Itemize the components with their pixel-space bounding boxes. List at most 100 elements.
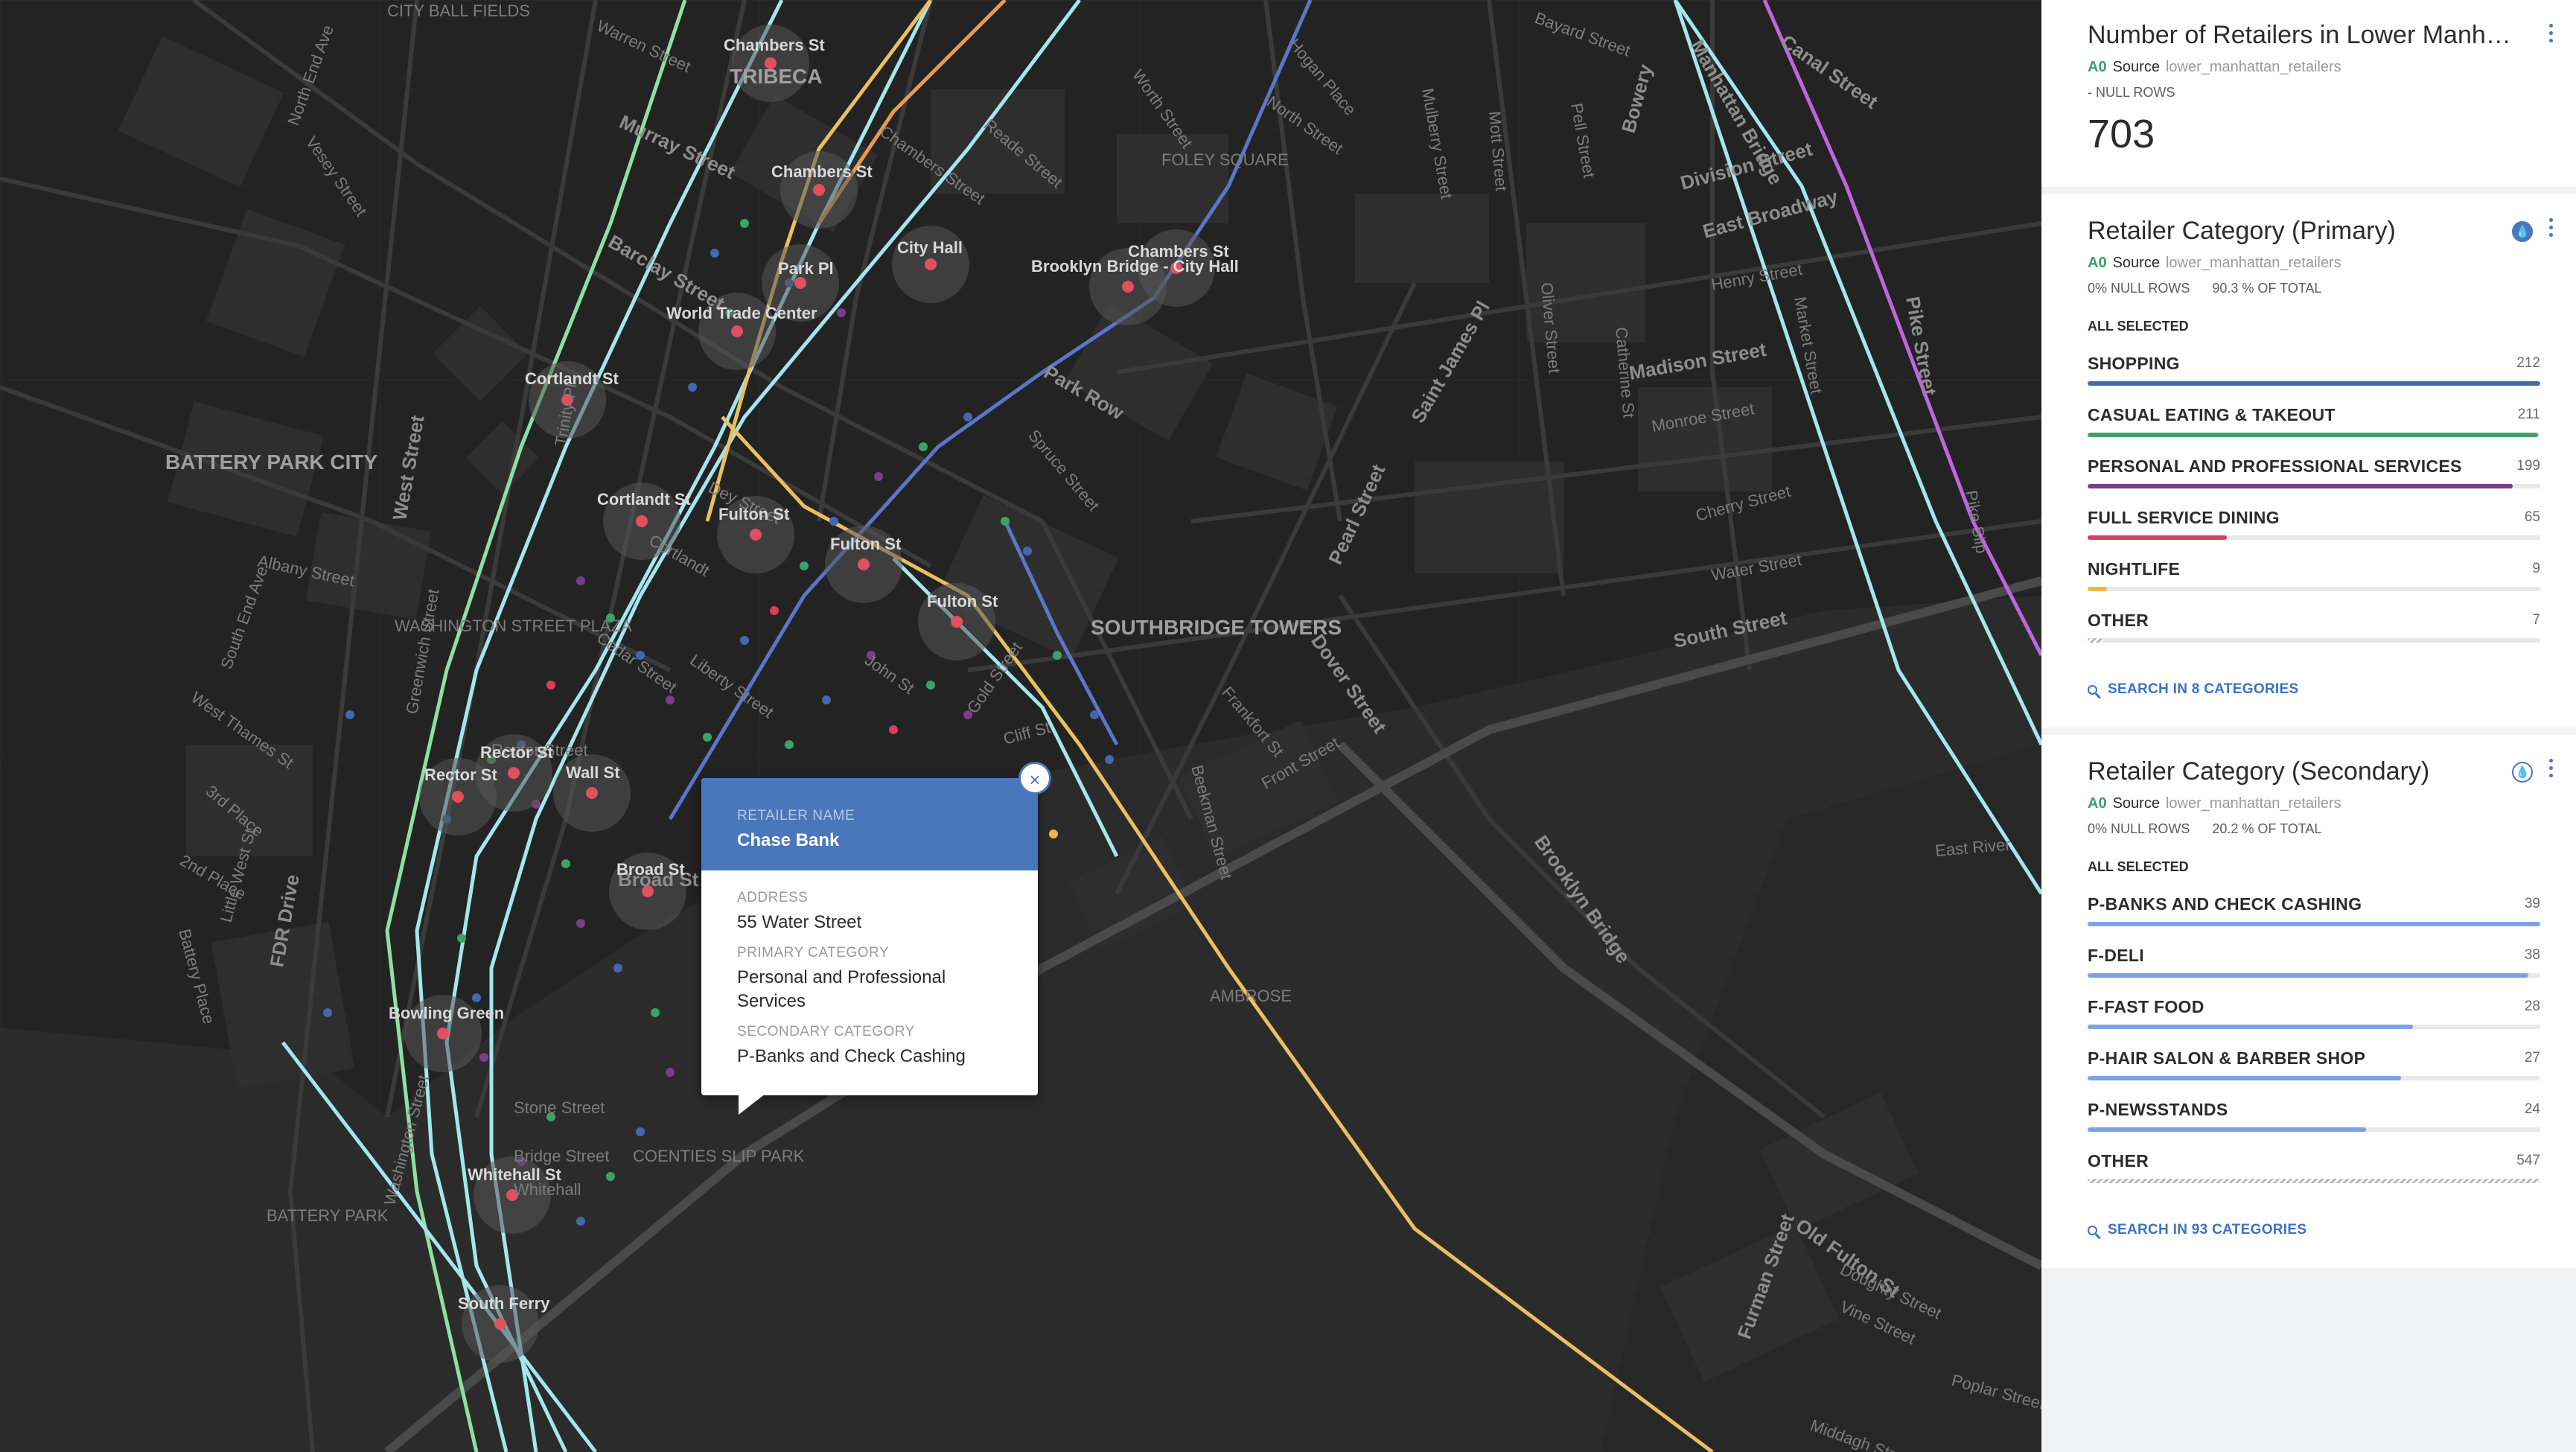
filter-drop-icon[interactable]: 💧 (2512, 221, 2533, 242)
primary-category-label: PRIMARY CATEGORY (737, 945, 890, 961)
category-bar-fill (2088, 381, 2540, 386)
svg-text:Whitehall St: Whitehall St (468, 1165, 562, 1184)
neighborhood-label: SOUTHBRIDGE TOWERS (1091, 616, 1342, 639)
category-bar-fill (2088, 535, 2227, 540)
category-count: 39 (2524, 896, 2540, 911)
category-name: FULL SERVICE DINING (2088, 508, 2280, 527)
secondary-category-label: SECONDARY CATEGORY (737, 1024, 915, 1039)
svg-text:Fulton St: Fulton St (927, 592, 998, 611)
category-bar-fill (2088, 973, 2529, 978)
map-svg[interactable]: BATTERY PARK CITY TRIBECA SOUTHBRIDGE TO… (0, 0, 2041, 1452)
category-row[interactable]: NIGHTLIFE 9 (2088, 559, 2540, 591)
category-bar-fill (2088, 1076, 2401, 1080)
category-row[interactable]: F-FAST FOOD 28 (2088, 997, 2540, 1029)
address-label: ADDRESS (737, 890, 809, 905)
all-selected-label: ALL SELECTED (2088, 319, 2189, 334)
svg-text:Brooklyn Bridge - City Hall: Brooklyn Bridge - City Hall (1031, 257, 1239, 276)
category-bar (2088, 1127, 2540, 1132)
category-row[interactable]: P-NEWSSTANDS 24 (2088, 1100, 2540, 1132)
category-count: 212 (2516, 355, 2540, 371)
category-row[interactable]: CASUAL EATING & TAKEOUT 211 (2088, 405, 2540, 437)
category-name: OTHER (2088, 1151, 2149, 1171)
null-rows: 0% NULL ROWS (2088, 821, 2190, 836)
category-count: 38 (2524, 947, 2540, 963)
percent-total: 20.2 % OF TOTAL (2212, 821, 2322, 836)
address-value: 55 Water Street (737, 912, 862, 932)
category-name: PERSONAL AND PROFESSIONAL SERVICES (2088, 456, 2462, 476)
retailer-count-value: 703 (2088, 112, 2155, 156)
neighborhood-label: BATTERY PARK (267, 1206, 389, 1225)
map-canvas[interactable]: BATTERY PARK CITY TRIBECA SOUTHBRIDGE TO… (0, 0, 2041, 1452)
source-tag: A0 (2088, 255, 2107, 271)
category-row[interactable]: P-BANKS AND CHECK CASHING 39 (2088, 894, 2540, 926)
category-count: 211 (2517, 407, 2540, 422)
category-bar (2088, 535, 2540, 540)
svg-text:Cortlandt St: Cortlandt St (525, 369, 619, 388)
category-row[interactable]: OTHER 547 (2088, 1151, 2540, 1183)
percent-total: 90.3 % OF TOTAL (2212, 281, 2322, 296)
more-options-icon[interactable] (2549, 759, 2555, 781)
retailer-popup: RETAILER NAME Chase Bank ADDRESS 55 Wate… (701, 762, 1051, 1115)
svg-text:Bridge Street: Bridge Street (514, 1147, 609, 1165)
filter-drop-icon[interactable]: 💧 (2512, 762, 2533, 783)
widget-meta: 0% NULL ROWS 90.3 % OF TOTAL (2088, 281, 2540, 296)
category-list: SHOPPING 212 CASUAL EATING & TAKEOUT 211 PER… (2088, 354, 2540, 643)
category-bar (2088, 433, 2540, 437)
category-count: 547 (2516, 1153, 2540, 1168)
neighborhood-label: BATTERY PARK CITY (165, 450, 378, 474)
category-bar (2088, 1179, 2540, 1183)
search-icon (2088, 685, 2097, 695)
category-row[interactable]: FULL SERVICE DINING 65 (2088, 508, 2540, 540)
neighborhood-label: COENTIES SLIP PARK (633, 1147, 805, 1165)
source-tag: A0 (2088, 59, 2107, 75)
category-count: 27 (2524, 1050, 2540, 1066)
close-icon[interactable]: × (1018, 762, 1051, 795)
neighborhood-label: AMBROSE (1210, 987, 1292, 1005)
category-bar-fill (2088, 484, 2513, 488)
category-row[interactable]: P-HAIR SALON & BARBER SHOP 27 (2088, 1048, 2540, 1080)
category-row[interactable]: PERSONAL AND PROFESSIONAL SERVICES 199 (2088, 456, 2540, 488)
search-icon (2088, 1226, 2097, 1235)
source-name: lower_manhattan_retailers (2165, 59, 2341, 75)
category-bar (2088, 381, 2540, 386)
primary-category-widget: Retailer Category (Primary) 💧 A0 Source lo… (2041, 194, 2576, 727)
category-name: P-HAIR SALON & BARBER SHOP (2088, 1048, 2366, 1068)
svg-text:Stone Street: Stone Street (514, 1098, 605, 1117)
neighborhood-label: CITY BALL FIELDS (387, 1, 530, 20)
source-tag: A0 (2088, 795, 2107, 812)
category-name: SHOPPING (2088, 354, 2180, 373)
search-label: SEARCH IN 8 CATEGORIES (2108, 681, 2299, 697)
neighborhood-label: FOLEY SQUARE (1161, 150, 1289, 169)
source-name: lower_manhattan_retailers (2165, 255, 2341, 271)
more-options-icon[interactable] (2549, 218, 2555, 241)
category-bar-fill (2088, 1179, 2540, 1183)
category-row[interactable]: OTHER 7 (2088, 611, 2540, 643)
category-row[interactable]: SHOPPING 212 (2088, 354, 2540, 386)
widget-source: A0 Source lower_manhattan_retailers (2088, 59, 2540, 76)
category-count: 9 (2532, 561, 2540, 576)
widget-title: Retailer Category (Primary) (2088, 217, 2396, 245)
svg-text:South Ferry: South Ferry (458, 1294, 550, 1313)
all-selected-label: ALL SELECTED (2088, 859, 2189, 874)
null-rows: 0% NULL ROWS (2088, 281, 2190, 296)
widget-source: A0 Source lower_manhattan_retailers (2088, 255, 2540, 272)
source-label: Source (2112, 59, 2160, 75)
more-options-icon[interactable] (2549, 24, 2555, 46)
null-rows: - NULL ROWS (2088, 85, 2175, 100)
search-categories-link[interactable]: SEARCH IN 8 CATEGORIES (2088, 681, 2540, 698)
search-categories-link[interactable]: SEARCH IN 93 CATEGORIES (2088, 1222, 2540, 1238)
category-bar (2088, 587, 2540, 591)
category-count: 65 (2524, 509, 2540, 525)
svg-text:Fulton St: Fulton St (830, 535, 902, 553)
category-bar (2088, 973, 2540, 978)
category-name: CASUAL EATING & TAKEOUT (2088, 405, 2336, 424)
category-bar-fill (2088, 433, 2538, 437)
svg-text:Park Pl: Park Pl (778, 259, 834, 278)
source-label: Source (2112, 255, 2160, 271)
svg-text:Rector St: Rector St (480, 743, 553, 762)
widget-title: Retailer Category (Secondary) (2088, 757, 2430, 786)
category-bar (2088, 922, 2540, 926)
primary-category-value: Personal and Professional Services (737, 967, 946, 1011)
widget-sidebar: Number of Retailers in Lower Manhattan A… (2041, 0, 2576, 1452)
category-row[interactable]: F-DELI 38 (2088, 946, 2540, 978)
